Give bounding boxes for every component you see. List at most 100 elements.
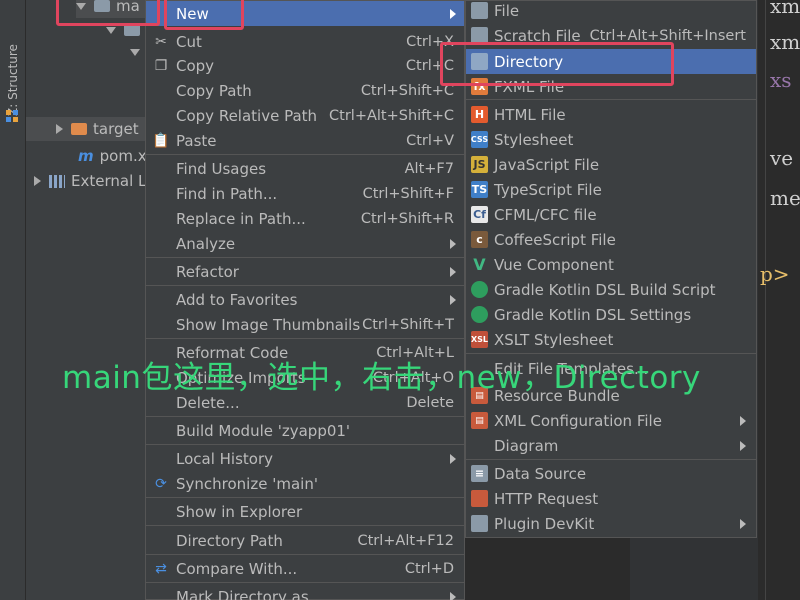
editor-line: xm [770, 30, 800, 54]
menu-separator [146, 416, 464, 417]
copy-icon: ❐ [154, 58, 168, 74]
menu-item-copy-path[interactable]: Copy Path Ctrl+Shift+C [146, 78, 464, 103]
library-icon [49, 174, 65, 188]
submenu-item-http-request[interactable]: HTTP Request [466, 486, 756, 511]
menu-item-compare-with[interactable]: ⇄ Compare With... Ctrl+D [146, 556, 464, 581]
expand-arrow-icon[interactable] [106, 26, 116, 34]
menu-item-label: Analyze [176, 234, 236, 253]
menu-item-copy[interactable]: ❐ Copy Ctrl+C [146, 53, 464, 78]
menu-item-show-in-explorer[interactable]: Show in Explorer [146, 499, 464, 524]
menu-item-copy-relative-path[interactable]: Copy Relative Path Ctrl+Alt+Shift+C [146, 103, 464, 128]
submenu-item-data-source[interactable]: ≡ Data Source [466, 461, 756, 486]
file-icon [471, 2, 488, 19]
menu-item-add-to-favorites[interactable]: Add to Favorites [146, 287, 464, 312]
submenu-arrow-icon [450, 9, 456, 19]
submenu-item-xml-configuration-file[interactable]: ▤ XML Configuration File [466, 408, 756, 433]
tree-row-target[interactable]: target [26, 117, 150, 141]
structure-icon [6, 110, 18, 122]
editor-line: ve [770, 146, 794, 170]
menu-separator [146, 497, 464, 498]
submenu-item-label: CFML/CFC file [494, 205, 597, 224]
callout-box-main-folder [56, 0, 160, 26]
menu-item-local-history[interactable]: Local History [146, 446, 464, 471]
menu-separator [146, 154, 464, 155]
submenu-item-label: Vue Component [494, 255, 614, 274]
menu-item-synchronize[interactable]: ⟳ Synchronize 'main' [146, 471, 464, 496]
menu-item-label: Add to Favorites [176, 290, 298, 309]
css-icon: CSS [471, 131, 488, 148]
submenu-item-file[interactable]: File [466, 0, 756, 23]
tree-row-label: pom.x [99, 147, 147, 165]
menu-item-build-module[interactable]: Build Module 'zyapp01' [146, 418, 464, 443]
collapse-arrow-icon[interactable] [34, 176, 41, 186]
submenu-item-label: JavaScript File [494, 155, 600, 174]
scissors-icon: ✂ [155, 34, 167, 50]
submenu-item-typescript-file[interactable]: TS TypeScript File [466, 177, 756, 202]
callout-box-directory [440, 42, 674, 86]
submenu-item-vue-component[interactable]: V Vue Component [466, 252, 756, 277]
menu-item-refactor[interactable]: Refactor [146, 259, 464, 284]
tree-row-external-libraries[interactable]: External L [34, 169, 146, 193]
folder-icon [71, 123, 87, 135]
menu-separator [146, 257, 464, 258]
editor-line: xs [770, 68, 792, 92]
submenu-item-label: Diagram [494, 436, 559, 455]
menu-item-mark-directory-as[interactable]: Mark Directory as [146, 584, 464, 600]
menu-item-label: Synchronize 'main' [176, 474, 318, 493]
expand-arrow-icon[interactable] [130, 48, 140, 56]
menu-item-label: Show in Explorer [176, 502, 303, 521]
menu-item-cut[interactable]: ✂ Cut Ctrl+X [146, 29, 464, 54]
menu-item-shortcut: Ctrl+V [406, 132, 454, 149]
submenu-item-html-file[interactable]: H HTML File [466, 102, 756, 127]
menu-item-find-in-path[interactable]: Find in Path... Ctrl+Shift+F [146, 181, 464, 206]
menu-item-directory-path[interactable]: Directory Path Ctrl+Alt+F12 [146, 528, 464, 553]
submenu-separator [466, 99, 756, 100]
menu-item-paste[interactable]: 📋 Paste Ctrl+V [146, 128, 464, 153]
submenu-item-gradle-kotlin-settings[interactable]: Gradle Kotlin DSL Settings [466, 302, 756, 327]
vue-icon: V [473, 255, 486, 274]
sync-icon: ⟳ [155, 476, 167, 492]
submenu-item-diagram[interactable]: Diagram [466, 433, 756, 458]
database-icon: ≡ [471, 465, 488, 482]
context-menu: New ✂ Cut Ctrl+X ❐ Copy Ctrl+C Copy Path… [145, 0, 465, 600]
submenu-item-xslt-stylesheet[interactable]: XSL XSLT Stylesheet [466, 327, 756, 352]
menu-item-show-image-thumbnails[interactable]: Show Image Thumbnails Ctrl+Shift+T [146, 312, 464, 337]
menu-item-shortcut: Ctrl+Alt+F12 [357, 532, 454, 549]
http-request-icon [471, 490, 488, 507]
menu-separator [146, 554, 464, 555]
menu-separator [146, 444, 464, 445]
submenu-item-label: Gradle Kotlin DSL Settings [494, 305, 692, 324]
project-tree: ma target m pom.x External L [26, 0, 150, 600]
submenu-item-label: HTML File [494, 105, 566, 124]
submenu-item-stylesheet[interactable]: CSS Stylesheet [466, 127, 756, 152]
callout-box-new [164, 0, 244, 30]
submenu-item-label: XML Configuration File [494, 411, 662, 430]
menu-item-shortcut: Ctrl+Shift+F [362, 185, 454, 202]
submenu-item-label: Gradle Kotlin DSL Build Script [494, 280, 716, 299]
submenu-arrow-icon [450, 267, 456, 277]
submenu-item-label: HTTP Request [494, 489, 599, 508]
submenu-item-label: Stylesheet [494, 130, 574, 149]
menu-item-find-usages[interactable]: Find Usages Alt+F7 [146, 156, 464, 181]
maven-icon: m [78, 147, 94, 165]
submenu-arrow-icon [450, 295, 456, 305]
submenu-item-label: CoffeeScript File [494, 230, 616, 249]
menu-item-label: Refactor [176, 262, 239, 281]
instruction-annotation: main包这里，选中，右击，new，Directory [62, 360, 701, 396]
submenu-item-coffeescript-file[interactable]: c CoffeeScript File [466, 227, 756, 252]
submenu-item-javascript-file[interactable]: JS JavaScript File [466, 152, 756, 177]
html-icon: H [471, 106, 488, 123]
submenu-item-plugin-devkit[interactable]: Plugin DevKit [466, 511, 756, 536]
menu-separator [146, 525, 464, 526]
menu-item-label: Local History [176, 449, 274, 468]
tree-row-label: target [93, 120, 139, 138]
menu-item-analyze[interactable]: Analyze [146, 231, 464, 256]
submenu-item-gradle-kotlin-build-script[interactable]: Gradle Kotlin DSL Build Script [466, 277, 756, 302]
submenu-item-cfml-file[interactable]: Cf CFML/CFC file [466, 202, 756, 227]
submenu-separator [466, 459, 756, 460]
gradle-icon [471, 281, 488, 298]
plugin-icon [471, 515, 488, 532]
collapse-arrow-icon[interactable] [56, 124, 63, 134]
tree-row-pom[interactable]: m pom.x [78, 144, 147, 168]
menu-item-replace-in-path[interactable]: Replace in Path... Ctrl+Shift+R [146, 206, 464, 231]
